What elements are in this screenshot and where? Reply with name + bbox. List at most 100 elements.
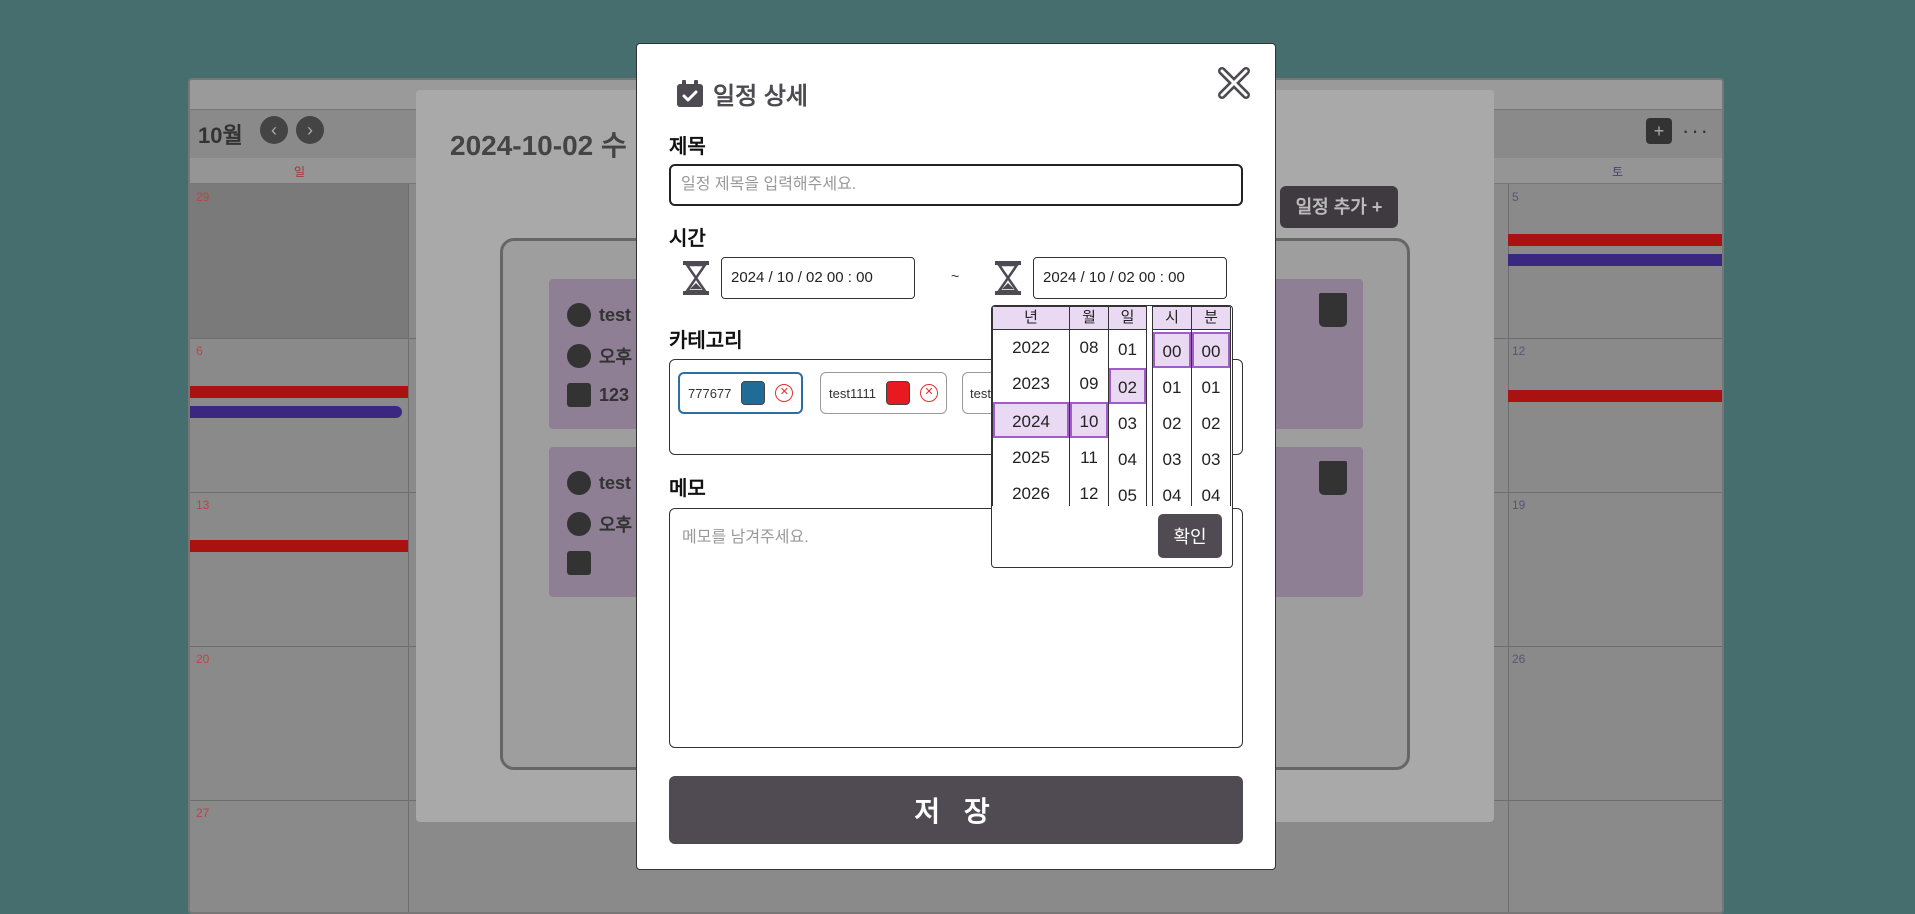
modal-header: 일정 상세 [675, 76, 808, 111]
pencil-icon [567, 471, 591, 495]
minute-option-selected[interactable]: 00 [1192, 332, 1230, 368]
datetime-picker: 년 2022 2023 2024 2025 2026 월 08 09 10 11… [991, 305, 1233, 568]
event-bar [1508, 234, 1722, 246]
remove-category-icon[interactable]: ✕ [775, 384, 794, 402]
day-header: 일 [1108, 306, 1147, 330]
day-option[interactable]: 04 [1109, 442, 1146, 478]
day-number: 26 [1512, 652, 1526, 666]
day-option[interactable]: 01 [1109, 332, 1146, 368]
close-icon[interactable] [1217, 66, 1251, 100]
calendar-check-icon [677, 79, 703, 107]
hour-column: 시 00 01 02 03 04 [1152, 306, 1192, 506]
month-option[interactable]: 08 [1070, 330, 1108, 366]
day-number: 12 [1512, 344, 1526, 358]
year-option[interactable]: 2023 [993, 366, 1069, 402]
modal-title: 일정 상세 [713, 83, 808, 110]
hour-option[interactable]: 04 [1153, 478, 1191, 506]
day-number: 13 [196, 498, 210, 512]
category-label: 카테고리 [669, 330, 743, 352]
month-option-selected[interactable]: 10 [1070, 402, 1108, 438]
next-month-icon[interactable]: › [296, 116, 324, 144]
time-label: 시간 [669, 228, 706, 250]
event-bar [1508, 254, 1722, 266]
event-card-title: test [599, 304, 632, 325]
hour-option-selected[interactable]: 00 [1153, 332, 1191, 368]
prev-month-icon[interactable]: ‹ [260, 116, 288, 144]
event-card-time: 오후 [599, 515, 633, 535]
category-color-swatch [741, 381, 766, 405]
month-option[interactable]: 12 [1070, 476, 1108, 506]
year-option[interactable]: 2026 [993, 476, 1069, 506]
hour-list[interactable]: 00 01 02 03 04 [1152, 330, 1192, 506]
calendar-icon [567, 551, 591, 575]
hour-option[interactable]: 02 [1153, 406, 1191, 442]
remove-category-icon[interactable]: ✕ [919, 384, 938, 402]
weekday-saturday: 토 [1612, 165, 1624, 179]
day-detail-title: 2024-10-02 수 [450, 130, 627, 161]
category-name: test1111 [829, 385, 876, 401]
event-bar [190, 540, 408, 552]
minute-option[interactable]: 04 [1192, 478, 1230, 506]
minute-list[interactable]: 00 01 02 03 04 [1191, 330, 1231, 506]
day-number: 6 [196, 344, 203, 358]
year-column: 년 2022 2023 2024 2025 2026 [992, 306, 1070, 506]
month-header: 월 [1069, 306, 1109, 330]
end-time-input[interactable]: 2024 / 10 / 02 00 : 00 [1033, 257, 1227, 299]
day-column: 일 01 02 03 04 05 [1108, 306, 1147, 506]
month-option[interactable]: 11 [1070, 440, 1108, 476]
time-separator: ~ [951, 268, 960, 284]
add-icon[interactable]: + [1646, 118, 1673, 144]
year-header: 년 [992, 306, 1070, 330]
trash-icon[interactable] [1319, 293, 1347, 327]
category-chip[interactable]: 777677 ✕ [678, 372, 804, 414]
event-bar [190, 406, 402, 418]
minute-option[interactable]: 01 [1192, 370, 1230, 406]
day-number: 5 [1512, 190, 1519, 204]
hourglass-icon [683, 261, 709, 295]
more-icon[interactable]: ··· [1682, 118, 1710, 144]
minute-column: 분 00 01 02 03 04 [1191, 306, 1231, 506]
memo-label: 메모 [669, 478, 706, 500]
year-option[interactable]: 2022 [993, 330, 1069, 366]
minute-option[interactable]: 02 [1192, 406, 1230, 442]
event-card-date: 123 [599, 384, 630, 405]
hourglass-icon [995, 261, 1021, 295]
month-column: 월 08 09 10 11 12 [1069, 306, 1109, 506]
year-list[interactable]: 2022 2023 2024 2025 2026 [992, 330, 1070, 506]
category-color-swatch [885, 381, 910, 405]
day-option[interactable]: 05 [1109, 478, 1146, 506]
event-bar [1508, 390, 1722, 402]
calendar-cell [190, 184, 408, 338]
hour-option[interactable]: 03 [1153, 442, 1191, 478]
weekday-sunday: 일 [294, 165, 306, 179]
day-number: 19 [1512, 498, 1526, 512]
day-number: 20 [196, 652, 210, 666]
day-option-selected[interactable]: 02 [1109, 368, 1146, 404]
month-list[interactable]: 08 09 10 11 12 [1069, 330, 1109, 506]
save-button[interactable]: 저 장 [669, 776, 1243, 844]
category-name: test [970, 385, 991, 401]
start-time-input[interactable]: 2024 / 10 / 02 00 : 00 [721, 257, 915, 299]
day-list[interactable]: 01 02 03 04 05 [1108, 330, 1147, 506]
confirm-button[interactable]: 확인 [1158, 514, 1222, 558]
day-number: 29 [196, 190, 210, 204]
minute-header: 분 [1191, 306, 1231, 330]
clock-icon [567, 344, 591, 368]
title-input[interactable] [669, 164, 1243, 206]
hour-option[interactable]: 01 [1153, 370, 1191, 406]
calendar-month-label: 10월 [198, 123, 243, 148]
year-option-selected[interactable]: 2024 [993, 402, 1069, 438]
minute-option[interactable]: 03 [1192, 442, 1230, 478]
category-chip[interactable]: test1111 ✕ [820, 372, 947, 414]
trash-icon[interactable] [1319, 461, 1347, 495]
title-label: 제목 [669, 136, 706, 158]
day-option[interactable]: 03 [1109, 406, 1146, 442]
year-option[interactable]: 2025 [993, 440, 1069, 476]
add-event-button[interactable]: 일정 추가 + [1280, 186, 1398, 228]
event-card-title: test [599, 472, 632, 493]
calendar-icon [567, 383, 591, 407]
month-option[interactable]: 09 [1070, 366, 1108, 402]
clock-icon [567, 512, 591, 536]
category-name: 777677 [688, 385, 732, 401]
event-card-time: 오후 [599, 347, 633, 367]
